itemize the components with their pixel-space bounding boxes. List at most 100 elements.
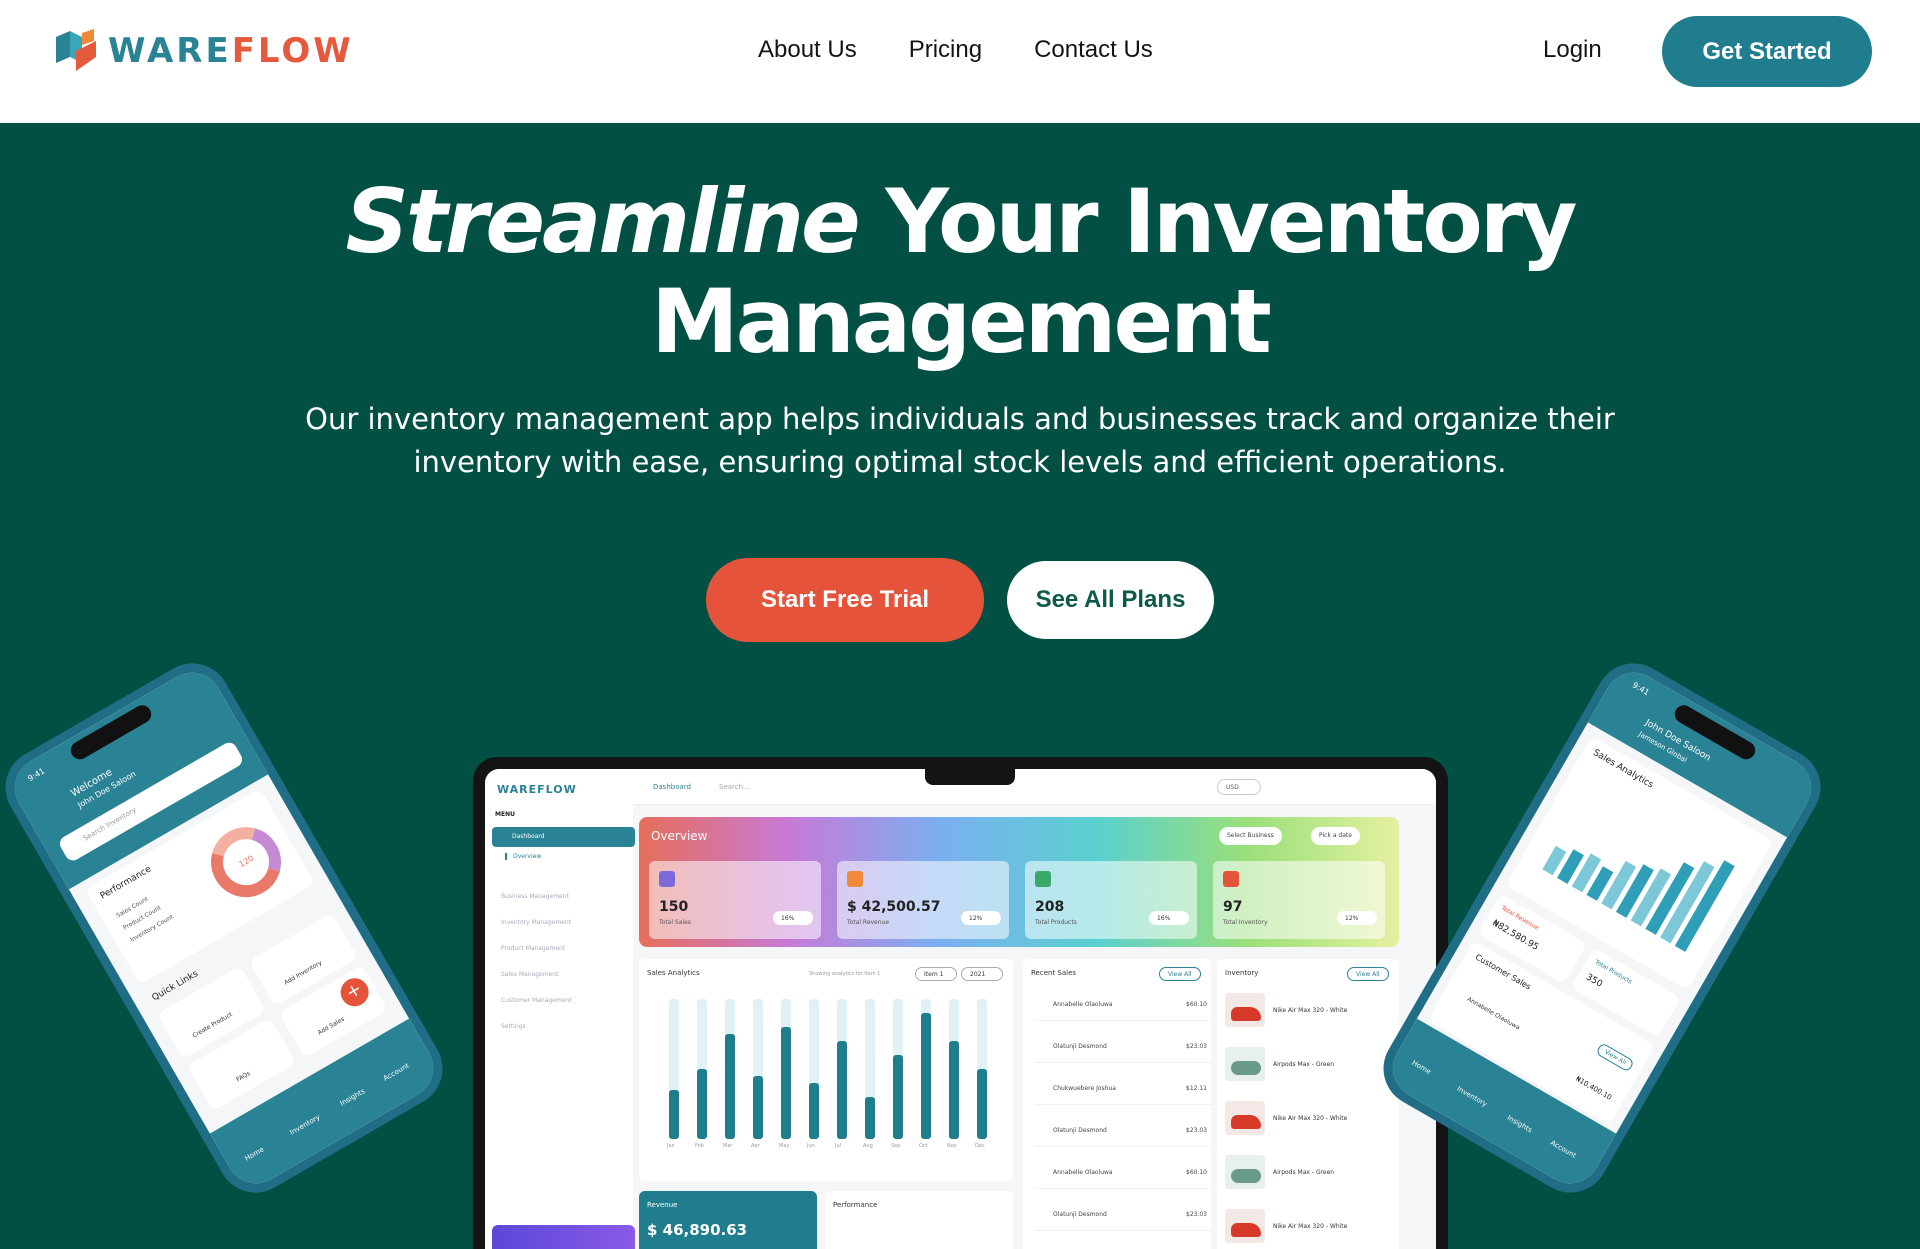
customer-name: Olatunji Desmond bbox=[1053, 1211, 1107, 1218]
list-item[interactable]: Olatunji Desmond $23.03 bbox=[1035, 1203, 1211, 1231]
sidebar-item-sales-management[interactable]: Sales Management bbox=[501, 971, 558, 978]
login-link[interactable]: Login bbox=[1543, 36, 1602, 64]
dashboard-search-input[interactable]: Search... bbox=[719, 783, 750, 791]
tab-home[interactable]: Home bbox=[243, 1145, 265, 1162]
tab-inventory[interactable]: Inventory bbox=[1456, 1085, 1489, 1109]
list-item[interactable]: Chukwuebere Joshua $12.11 bbox=[1035, 1077, 1211, 1105]
inventory-icon bbox=[1223, 871, 1239, 887]
stat-label: Total Revenue bbox=[847, 919, 890, 926]
bar-jan[interactable] bbox=[669, 1090, 679, 1139]
bar-sep[interactable] bbox=[893, 1055, 903, 1139]
stat-card-total-inventory: 97 Total Inventory 12% bbox=[1213, 861, 1385, 939]
nav-link-about-us[interactable]: About Us bbox=[758, 36, 857, 64]
bar-track bbox=[725, 999, 735, 1139]
brand-name: WAREFLOW bbox=[108, 31, 354, 71]
sneaker-icon bbox=[1231, 1223, 1261, 1237]
month-label: Nov bbox=[947, 1143, 957, 1149]
list-item[interactable]: Nike Air Max 320 - White bbox=[1225, 1205, 1395, 1249]
sidebar-item-business-management[interactable]: Business Management bbox=[501, 893, 569, 900]
nav-link-pricing[interactable]: Pricing bbox=[909, 36, 982, 64]
list-item[interactable]: Olatunji Desmond $23.03 bbox=[1035, 1119, 1211, 1147]
bar-jun[interactable] bbox=[809, 1083, 819, 1139]
bar-apr[interactable] bbox=[753, 1076, 763, 1139]
tab-insights[interactable]: Insights bbox=[339, 1087, 367, 1108]
bar-nov[interactable] bbox=[949, 1041, 959, 1139]
list-item[interactable]: Olatunji Desmond $23.03 bbox=[1035, 1035, 1211, 1063]
dashboard-topbar: Dashboard Search... USD bbox=[633, 769, 1436, 805]
bar-track bbox=[893, 999, 903, 1139]
dashboard-menu-label: MENU bbox=[495, 811, 515, 818]
list-item[interactable]: Annabelle Olaoluwa $60.10 bbox=[1035, 993, 1211, 1021]
phone-mockup-left: 9:41 Welcome John Doe Saloon Search Inve… bbox=[0, 649, 457, 1207]
sale-amount: $12.11 bbox=[1186, 1085, 1207, 1092]
bar-oct[interactable] bbox=[921, 1013, 931, 1139]
status-time: 9:41 bbox=[26, 766, 47, 784]
tab-insights[interactable]: Insights bbox=[1506, 1114, 1534, 1135]
stat-label: Total Products bbox=[1035, 919, 1077, 926]
year-select[interactable]: 2021 bbox=[961, 967, 1003, 981]
nav-link-contact-us[interactable]: Contact Us bbox=[1034, 36, 1153, 64]
bar-track bbox=[865, 999, 875, 1139]
customer-name: Annabelle Olaoluwa bbox=[1053, 1001, 1113, 1008]
stat-value: 97 bbox=[1223, 899, 1243, 915]
wareflow-logo-icon bbox=[52, 27, 100, 75]
bar-may[interactable] bbox=[781, 1027, 791, 1139]
performance-panel: Performance bbox=[825, 1191, 1013, 1249]
month-label: Sep bbox=[891, 1143, 901, 1149]
sale-amount: $60.10 bbox=[1186, 1001, 1207, 1008]
customer-sales-view-all-button[interactable]: View All bbox=[1595, 1042, 1635, 1073]
showing-analytics-text: Showing analytics for Item 1 bbox=[809, 971, 881, 977]
product-image bbox=[1225, 1047, 1265, 1081]
start-free-trial-button[interactable]: Start Free Trial bbox=[706, 558, 984, 642]
month-label: Apr bbox=[751, 1143, 760, 1149]
bar-mar[interactable] bbox=[725, 1034, 735, 1139]
quick-link-label: FAQs bbox=[235, 1070, 252, 1084]
status-time: 9:41 bbox=[1630, 680, 1651, 698]
inventory-panel: Inventory View All Nike Air Max 320 - Wh… bbox=[1217, 959, 1399, 1249]
sidebar-item-settings[interactable]: Settings bbox=[501, 1023, 526, 1030]
select-business-dropdown[interactable]: Select Business bbox=[1219, 827, 1282, 845]
search-placeholder: Search Inventory bbox=[81, 805, 138, 843]
sidebar-item-inventory-management[interactable]: Inventory Management bbox=[501, 919, 571, 926]
sidebar-item-product-management[interactable]: Product Management bbox=[501, 945, 565, 952]
bar-jul[interactable] bbox=[837, 1041, 847, 1139]
list-item[interactable]: Airpods Max - Green bbox=[1225, 1043, 1395, 1089]
headphones-icon bbox=[1231, 1061, 1261, 1075]
add-fab-icon[interactable]: + bbox=[335, 973, 374, 1012]
see-all-plans-button[interactable]: See All Plans bbox=[1007, 561, 1214, 639]
month-label: Jun bbox=[807, 1143, 815, 1149]
bar-track bbox=[921, 999, 931, 1139]
product-image bbox=[1225, 1209, 1265, 1243]
product-name: Airpods Max - Green bbox=[1273, 1061, 1335, 1068]
sidebar-item-dashboard[interactable]: Dashboard bbox=[492, 827, 635, 847]
tab-home[interactable]: Home bbox=[1410, 1059, 1432, 1076]
bar-dec[interactable] bbox=[977, 1069, 987, 1139]
bar-track bbox=[781, 999, 791, 1139]
sidebar-item-customer-management[interactable]: Customer Management bbox=[501, 997, 572, 1004]
recent-sales-view-all-button[interactable]: View All bbox=[1159, 967, 1201, 981]
month-label: Feb bbox=[695, 1143, 704, 1149]
list-item[interactable]: Nike Air Max 320 - White bbox=[1225, 989, 1395, 1035]
inventory-view-all-button[interactable]: View All bbox=[1347, 967, 1389, 981]
currency-select[interactable]: USD bbox=[1217, 779, 1261, 795]
item-select[interactable]: Item 1 bbox=[915, 967, 957, 981]
tab-inventory[interactable]: Inventory bbox=[289, 1113, 322, 1137]
pick-date-button[interactable]: Pick a date bbox=[1311, 827, 1360, 845]
upgrade-promo-card[interactable] bbox=[492, 1225, 635, 1249]
bar-aug[interactable] bbox=[865, 1097, 875, 1139]
list-item[interactable]: Airpods Max - Green bbox=[1225, 1151, 1395, 1197]
stat-value: 150 bbox=[659, 899, 689, 915]
list-item[interactable]: Annabelle Olaoluwa $60.10 bbox=[1035, 1161, 1211, 1189]
brand-logo[interactable]: WAREFLOW bbox=[52, 27, 354, 75]
stat-value: $ 42,500.57 bbox=[847, 899, 941, 915]
bar-feb[interactable] bbox=[697, 1069, 707, 1139]
dashboard-sidebar: WAREFLOW MENU Dashboard Overview Busines… bbox=[485, 769, 635, 1249]
tab-account[interactable]: Account bbox=[1549, 1139, 1577, 1160]
get-started-button[interactable]: Get Started bbox=[1662, 16, 1872, 87]
sidebar-item-overview[interactable]: Overview bbox=[505, 853, 541, 860]
stat-change: 12% bbox=[1337, 911, 1377, 925]
tab-account[interactable]: Account bbox=[382, 1062, 410, 1083]
breadcrumb[interactable]: Dashboard bbox=[653, 783, 691, 791]
stat-label: Total Inventory bbox=[1223, 919, 1268, 926]
list-item[interactable]: Nike Air Max 320 - White bbox=[1225, 1097, 1395, 1143]
